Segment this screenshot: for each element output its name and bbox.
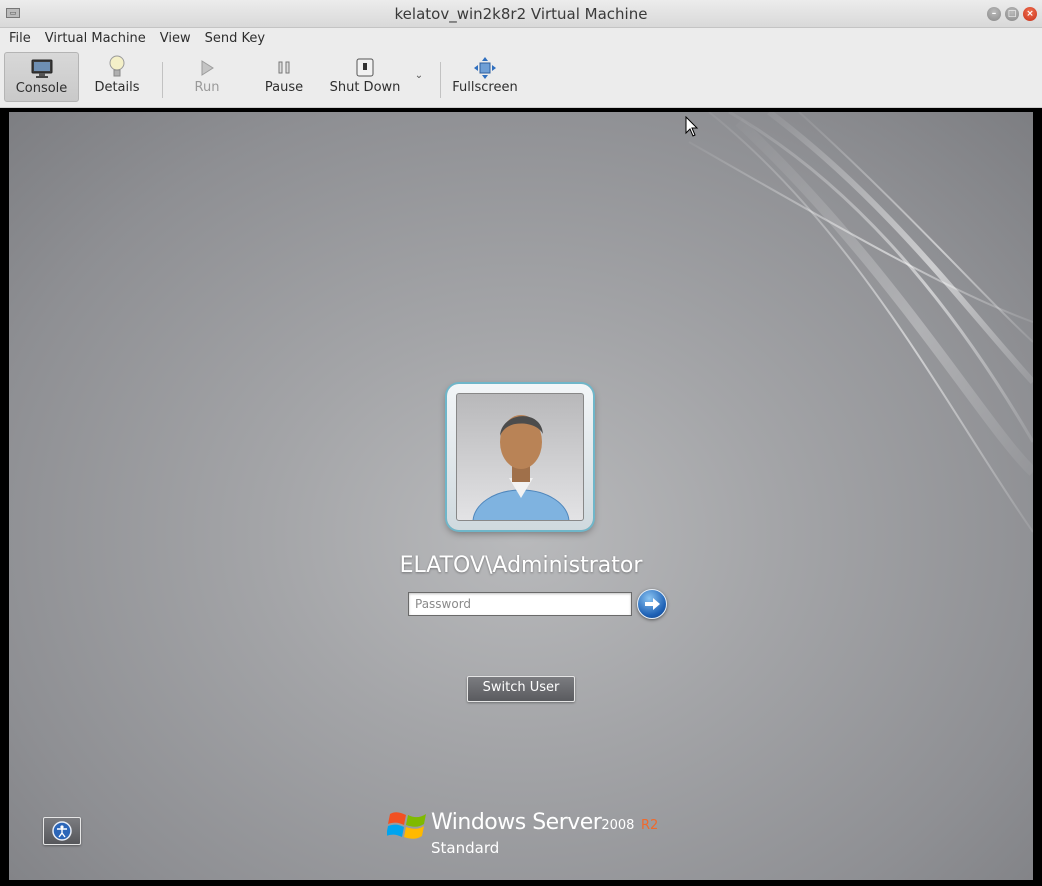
details-label: Details <box>94 80 140 95</box>
menu-bar: File Virtual Machine View Send Key <box>0 28 1042 50</box>
user-avatar <box>456 393 584 521</box>
brand-product-name: Windows Server <box>431 810 602 835</box>
console-button[interactable]: Console <box>4 52 79 102</box>
ease-of-access-button[interactable] <box>43 817 81 845</box>
windows-flag-icon <box>387 812 426 839</box>
submit-arrow-button[interactable] <box>637 589 667 619</box>
brand-release: R2 <box>640 818 659 833</box>
fullscreen-label: Fullscreen <box>452 80 518 95</box>
user-tile[interactable] <box>447 384 593 530</box>
password-input[interactable] <box>408 592 632 616</box>
fullscreen-button[interactable]: Fullscreen <box>448 52 522 102</box>
toolbar-separator <box>440 62 441 98</box>
window-title: kelatov_win2k8r2 Virtual Machine <box>394 5 648 23</box>
switch-user-button[interactable]: Switch User <box>467 676 575 702</box>
username-label: ELATOV\Administrator <box>399 553 643 578</box>
menu-file[interactable]: File <box>2 28 38 50</box>
mouse-cursor-icon <box>685 116 699 137</box>
shutdown-label: Shut Down <box>329 80 401 95</box>
window-titlebar: ▭ kelatov_win2k8r2 Virtual Machine – □ × <box>0 0 1042 28</box>
menu-virtual-machine[interactable]: Virtual Machine <box>38 28 153 50</box>
shutdown-menu-chevron-down-icon[interactable]: ⌄ <box>412 70 426 84</box>
play-icon <box>180 52 234 80</box>
menu-send-key[interactable]: Send Key <box>198 28 272 50</box>
close-button[interactable]: × <box>1023 7 1037 21</box>
fullscreen-icon <box>448 52 522 80</box>
brand-version: 2008 <box>601 818 635 833</box>
power-icon <box>326 52 404 80</box>
brand-product: Windows Server2008 R2 <box>431 810 658 835</box>
brand-edition: Standard <box>431 839 500 857</box>
pause-button[interactable]: Pause <box>256 52 312 102</box>
details-button[interactable]: Details <box>86 52 148 102</box>
toolbar: Console Details Run Pause Shut Down ⌄ Fu… <box>0 50 1042 108</box>
console-label: Console <box>15 81 68 96</box>
pause-icon <box>256 52 312 80</box>
toolbar-separator <box>162 62 163 98</box>
run-button[interactable]: Run <box>180 52 234 102</box>
vm-screen[interactable]: ELATOV\Administrator Switch User Windows… <box>9 112 1033 880</box>
lightbulb-icon <box>86 52 148 80</box>
console-display: ELATOV\Administrator Switch User Windows… <box>0 108 1042 886</box>
monitor-icon <box>5 53 78 81</box>
run-label: Run <box>194 80 220 95</box>
minimize-button[interactable]: – <box>987 7 1001 21</box>
menu-view[interactable]: View <box>153 28 198 50</box>
arrow-right-icon <box>645 598 660 610</box>
windows-server-logo: Windows Server2008 R2 Standard <box>387 806 677 862</box>
pause-label: Pause <box>264 80 304 95</box>
maximize-button[interactable]: □ <box>1005 7 1019 21</box>
ease-of-access-icon <box>52 821 72 841</box>
user-silhouette-icon <box>472 415 570 520</box>
shutdown-button[interactable]: Shut Down <box>326 52 404 102</box>
